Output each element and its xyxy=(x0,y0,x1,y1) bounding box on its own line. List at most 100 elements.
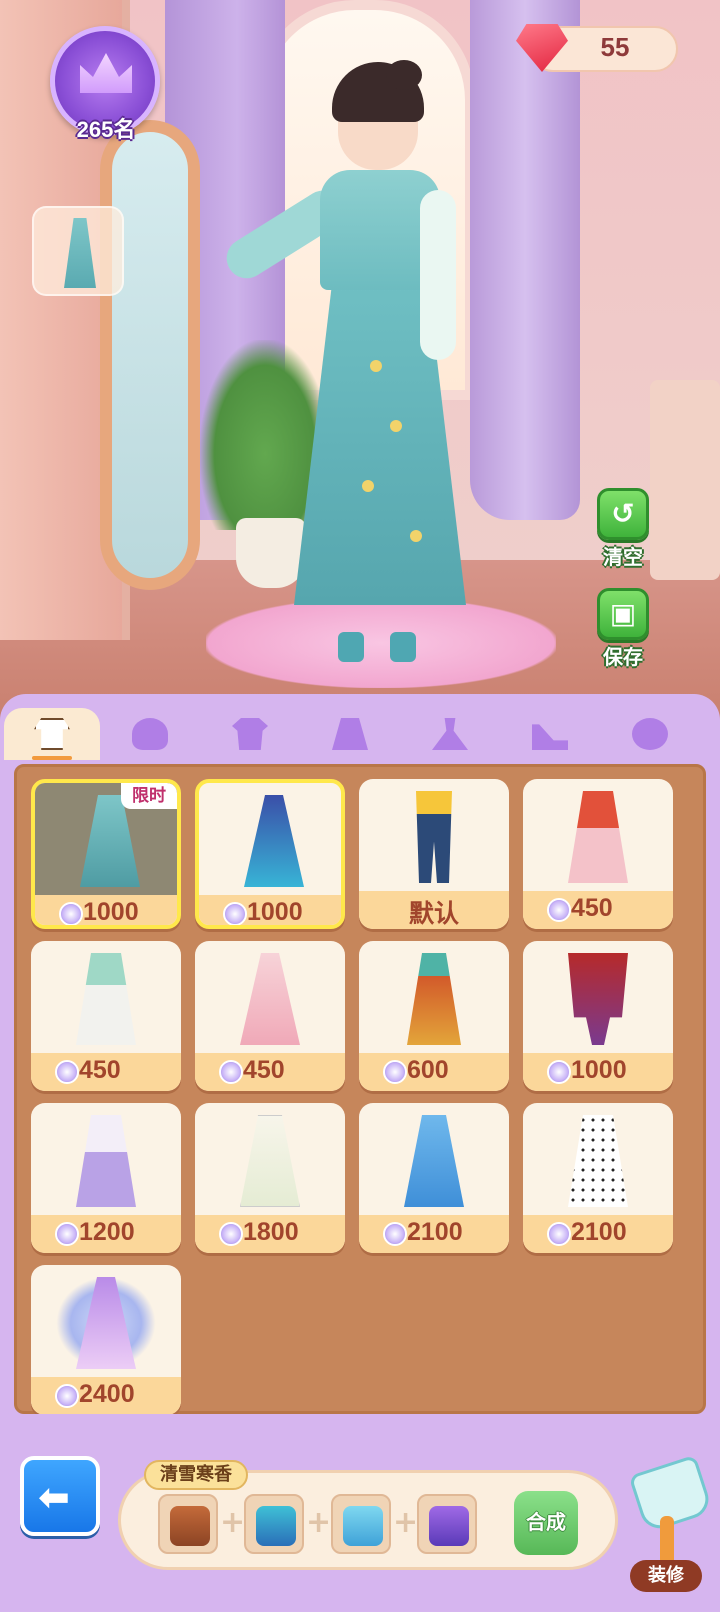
item-card[interactable]: 默认 xyxy=(359,779,509,929)
character-avatar[interactable] xyxy=(219,60,490,680)
skirt-icon xyxy=(332,718,368,750)
item-card[interactable]: 1000 xyxy=(195,779,345,929)
polka-dot-dress-icon xyxy=(568,1115,628,1207)
save-icon: ▣ xyxy=(609,597,637,630)
item-price: 1000 xyxy=(247,898,303,926)
default-label: 默认 xyxy=(408,900,459,928)
active-tab-underline xyxy=(32,756,72,760)
clothing-coin-icon xyxy=(547,1060,571,1084)
plum-blossom-motif xyxy=(362,480,374,492)
item-card[interactable]: 1000 xyxy=(523,941,673,1091)
hair-icon xyxy=(132,718,168,750)
item-card[interactable]: 限时 1000 xyxy=(31,779,181,929)
item-art xyxy=(31,941,181,1053)
dress-icon xyxy=(432,718,468,750)
fabric-machine-icon xyxy=(343,1506,383,1546)
item-art xyxy=(523,779,673,891)
pink-floral-gown-icon xyxy=(240,953,300,1045)
back-arrow-icon: ⬅ xyxy=(38,1475,70,1519)
dunhuang-outfit-icon xyxy=(407,953,461,1045)
item-card[interactable]: 1200 xyxy=(31,1103,181,1253)
clothing-coin-icon xyxy=(547,898,571,922)
high-heel-icon xyxy=(532,724,568,750)
white-floral-dress-icon xyxy=(240,1115,300,1207)
blue-fairy-dress-icon xyxy=(244,795,304,887)
item-card[interactable]: 1800 xyxy=(195,1103,345,1253)
clothing-coin-icon xyxy=(223,902,247,925)
tab-accessory[interactable] xyxy=(602,708,698,760)
item-card[interactable]: 600 xyxy=(359,941,509,1091)
item-price: 2100 xyxy=(571,1218,627,1246)
clothing-coin-icon xyxy=(383,1222,407,1246)
clothing-coin-icon xyxy=(55,1222,79,1246)
item-art xyxy=(523,941,673,1053)
item-price: 450 xyxy=(243,1056,285,1084)
mint-qipao-outfit-icon xyxy=(76,953,136,1045)
item-price: 600 xyxy=(407,1056,449,1084)
item-art xyxy=(195,1103,345,1215)
tab-hair[interactable] xyxy=(102,708,198,760)
back-button[interactable]: ⬅ xyxy=(20,1456,100,1536)
plum-blossom-motif xyxy=(370,360,382,372)
clothing-coin-icon xyxy=(383,1060,407,1084)
sewing-machine-icon xyxy=(429,1506,469,1546)
handbag-icon xyxy=(170,1506,210,1546)
character-sleeve-right xyxy=(420,190,456,360)
item-price: 2400 xyxy=(79,1380,135,1408)
item-grid: 限时 1000 1000 默认 450 450 450 600 1000 120… xyxy=(14,764,706,1415)
tab-top[interactable] xyxy=(202,708,298,760)
item-price: 450 xyxy=(571,894,613,922)
clear-button[interactable]: ↺ xyxy=(597,488,649,540)
item-art xyxy=(31,1265,181,1377)
outfit-icon xyxy=(34,718,70,750)
tab-shoes[interactable] xyxy=(502,708,598,760)
blue-princess-dress-icon xyxy=(404,1115,464,1207)
lavender-hanfu-icon xyxy=(76,1115,136,1207)
save-label: 保存 xyxy=(603,645,643,669)
item-art xyxy=(359,779,509,891)
tab-dress[interactable] xyxy=(402,708,498,760)
material-slot[interactable] xyxy=(158,1494,218,1554)
character-shoe-left xyxy=(338,632,364,662)
item-art xyxy=(31,1103,181,1215)
item-card[interactable]: 2100 xyxy=(359,1103,509,1253)
item-card[interactable]: 2100 xyxy=(523,1103,673,1253)
material-slot[interactable] xyxy=(417,1494,477,1554)
clothing-coin-icon xyxy=(59,902,83,925)
item-price: 1200 xyxy=(79,1218,135,1246)
clothing-coin-icon xyxy=(55,1384,79,1408)
item-card[interactable]: 450 xyxy=(31,941,181,1091)
plus-icon: + xyxy=(306,1505,332,1540)
synthesize-button[interactable]: 合成 xyxy=(514,1491,578,1555)
item-card[interactable]: 450 xyxy=(523,779,673,929)
item-card[interactable]: 450 xyxy=(195,941,345,1091)
item-price: 2100 xyxy=(407,1218,463,1246)
tab-skirt[interactable] xyxy=(302,708,398,760)
material-slot[interactable] xyxy=(331,1494,391,1554)
item-art xyxy=(523,1103,673,1215)
character-shoe-right xyxy=(390,632,416,662)
item-price: 1000 xyxy=(571,1056,627,1084)
item-price: 450 xyxy=(79,1056,121,1084)
dress-icon xyxy=(64,218,96,288)
clear-label: 清空 xyxy=(603,545,643,569)
item-card[interactable]: 2400 xyxy=(31,1265,181,1415)
sewing-kit-icon xyxy=(256,1506,296,1546)
clothing-coin-icon xyxy=(219,1222,243,1246)
plus-icon: + xyxy=(220,1505,246,1540)
current-outfit-thumbnail[interactable] xyxy=(32,206,124,296)
tab-full-outfit[interactable] xyxy=(4,708,100,760)
plus-icon: + xyxy=(393,1505,419,1540)
plum-blossom-motif xyxy=(390,420,402,432)
save-button[interactable]: ▣ xyxy=(597,588,649,640)
material-slot[interactable] xyxy=(244,1494,304,1554)
recipe-title: 清雪寒香 xyxy=(144,1460,248,1490)
rank-label: 265名 xyxy=(76,117,136,142)
undo-arrow-icon: ↺ xyxy=(611,497,635,530)
overalls-icon xyxy=(416,791,452,883)
accessory-icon xyxy=(632,718,668,750)
standing-mirror xyxy=(100,120,200,590)
item-art xyxy=(199,783,341,895)
dresser xyxy=(650,380,720,580)
plum-blossom-motif xyxy=(410,530,422,542)
